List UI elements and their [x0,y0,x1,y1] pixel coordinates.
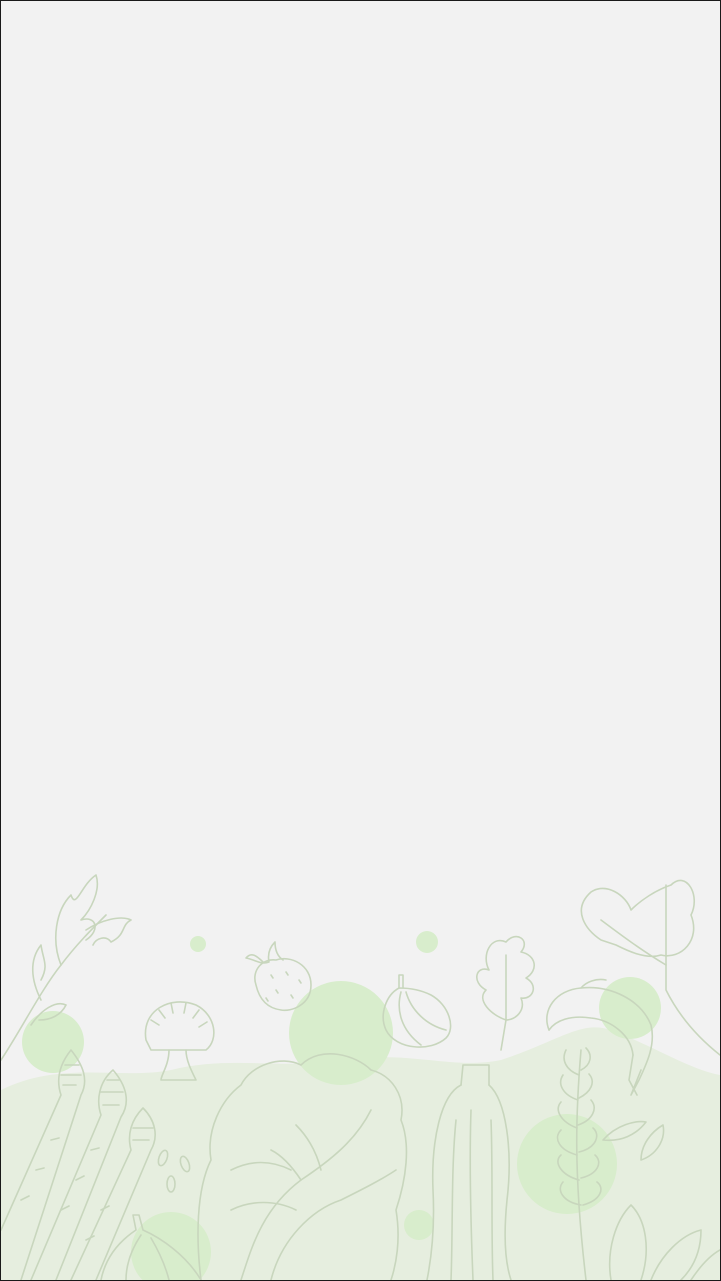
blob-circle [416,931,438,953]
blob-circle [190,936,206,952]
oak-leaf-icon [476,935,535,1051]
onion-icon [382,974,452,1048]
vegetable-illustration [1,870,720,1280]
blob-circle [289,981,393,1085]
blob-circle [22,1011,84,1073]
blob-circle [404,1210,434,1240]
splash-screen [0,0,721,1281]
